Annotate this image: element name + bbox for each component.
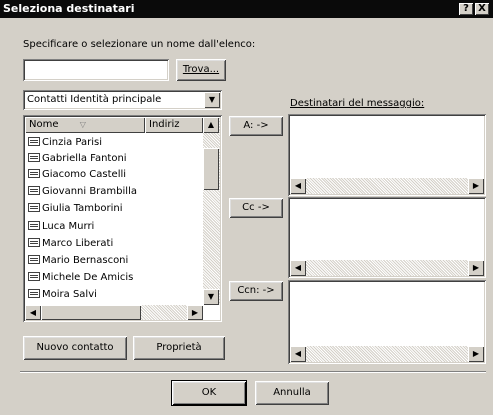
bcc-button-label: Ccn: -> xyxy=(237,285,275,296)
list-item-label: Cinzia Parisi xyxy=(42,137,103,148)
sort-arrow-icon: ▽ xyxy=(79,120,86,129)
list-item[interactable]: Marco Liberati xyxy=(28,236,113,251)
scroll-left-icon[interactable]: ◀ xyxy=(290,178,306,194)
recipients-label: Destinatari del messaggio: xyxy=(290,98,424,109)
contact-card-icon xyxy=(28,186,40,195)
contact-card-icon xyxy=(28,137,40,146)
scroll-right-icon[interactable]: ▶ xyxy=(187,305,203,320)
list-item[interactable]: Luca Murri xyxy=(28,219,94,234)
cancel-label: Annulla xyxy=(273,387,311,398)
scroll-up-icon[interactable]: ▲ xyxy=(203,117,219,133)
list-item-label: Marco Liberati xyxy=(42,238,114,249)
ok-button[interactable]: OK xyxy=(172,381,246,405)
column-header-name-label: Nome xyxy=(29,119,59,130)
column-header-address-label: Indiriz xyxy=(149,119,180,130)
scroll-left-icon[interactable]: ◀ xyxy=(290,346,306,362)
cc-button[interactable]: Cc -> xyxy=(229,198,283,218)
scroll-right-icon[interactable]: ▶ xyxy=(468,346,484,362)
vertical-scrollbar[interactable] xyxy=(203,117,220,305)
vertical-scroll-thumb[interactable] xyxy=(203,148,219,190)
scroll-left-icon[interactable]: ◀ xyxy=(25,305,41,320)
to-box-hscrollbar[interactable] xyxy=(290,178,484,194)
properties-button[interactable]: Proprietà xyxy=(133,336,225,360)
bcc-button[interactable]: Ccn: -> xyxy=(229,281,283,301)
help-button[interactable]: ? xyxy=(459,3,473,15)
contact-card-icon xyxy=(28,203,40,212)
bcc-box-hscrollbar[interactable] xyxy=(290,346,484,362)
to-button-label: A: -> xyxy=(243,120,269,131)
contact-card-icon xyxy=(28,153,40,162)
contact-list-body: Cinzia Parisi Gabriella Fantoni Giacomo … xyxy=(25,133,203,305)
chevron-down-icon[interactable]: ▼ xyxy=(204,92,220,108)
find-button-label: Trova... xyxy=(182,64,220,75)
scroll-down-icon[interactable]: ▼ xyxy=(203,289,219,305)
contact-card-icon xyxy=(28,255,40,264)
list-item[interactable]: Giovanni Brambilla xyxy=(28,184,137,199)
recipients-label-text: Destinatari del messaggio: xyxy=(290,98,425,109)
title-bar: Seleziona destinatari xyxy=(0,0,493,18)
list-item[interactable]: Giulia Tamborini xyxy=(28,201,123,216)
list-item-label: Giacomo Castelli xyxy=(42,169,127,180)
find-button[interactable]: Trova... xyxy=(176,59,226,81)
list-item-label: Giulia Tamborini xyxy=(42,203,123,214)
scroll-right-icon[interactable]: ▶ xyxy=(468,260,484,276)
list-item-label: Mario Bernasconi xyxy=(42,255,129,266)
list-item-label: Moira Salvi xyxy=(42,289,97,300)
list-item-label: Luca Murri xyxy=(42,221,95,232)
cancel-button[interactable]: Annulla xyxy=(255,381,329,405)
address-book-select[interactable]: Contatti Identità principale xyxy=(23,90,222,110)
list-item[interactable]: Cinzia Parisi xyxy=(28,135,102,150)
new-contact-label: Nuovo contatto xyxy=(36,342,114,353)
contact-card-icon xyxy=(28,169,40,178)
address-book-selected: Contatti Identità principale xyxy=(27,94,162,105)
contact-card-icon xyxy=(28,238,40,247)
scroll-left-icon[interactable]: ◀ xyxy=(290,260,306,276)
contact-card-icon xyxy=(28,221,40,230)
window-title: Seleziona destinatari xyxy=(3,2,135,15)
scroll-right-icon[interactable]: ▶ xyxy=(468,178,484,194)
prompt-label: Specificare o selezionare un nome dall'e… xyxy=(23,39,256,50)
list-item-label: Giovanni Brambilla xyxy=(42,186,137,197)
list-item[interactable]: Gabriella Fantoni xyxy=(28,151,127,166)
separator xyxy=(20,371,486,373)
contact-card-icon xyxy=(28,272,40,281)
ok-label: OK xyxy=(201,387,217,398)
list-item[interactable]: Moira Salvi xyxy=(28,287,97,302)
new-contact-button[interactable]: Nuovo contatto xyxy=(23,336,127,360)
cc-box-hscrollbar[interactable] xyxy=(290,260,484,276)
list-item-label: Gabriella Fantoni xyxy=(42,153,127,164)
to-button[interactable]: A: -> xyxy=(229,116,283,136)
list-item[interactable]: Giacomo Castelli xyxy=(28,167,126,182)
cc-button-label: Cc -> xyxy=(242,202,270,213)
close-button[interactable]: X xyxy=(475,3,489,15)
properties-label: Proprietà xyxy=(156,342,202,353)
list-item[interactable]: Michele De Amicis xyxy=(28,270,133,285)
list-item[interactable]: Mario Bernasconi xyxy=(28,253,128,268)
search-input[interactable] xyxy=(23,59,169,81)
column-header-name[interactable]: Nome ▽ xyxy=(25,117,145,133)
column-header-address[interactable]: Indiriz xyxy=(145,117,203,133)
contact-card-icon xyxy=(28,289,40,298)
list-item-label: Michele De Amicis xyxy=(42,272,134,283)
horizontal-scroll-thumb[interactable] xyxy=(41,305,141,320)
